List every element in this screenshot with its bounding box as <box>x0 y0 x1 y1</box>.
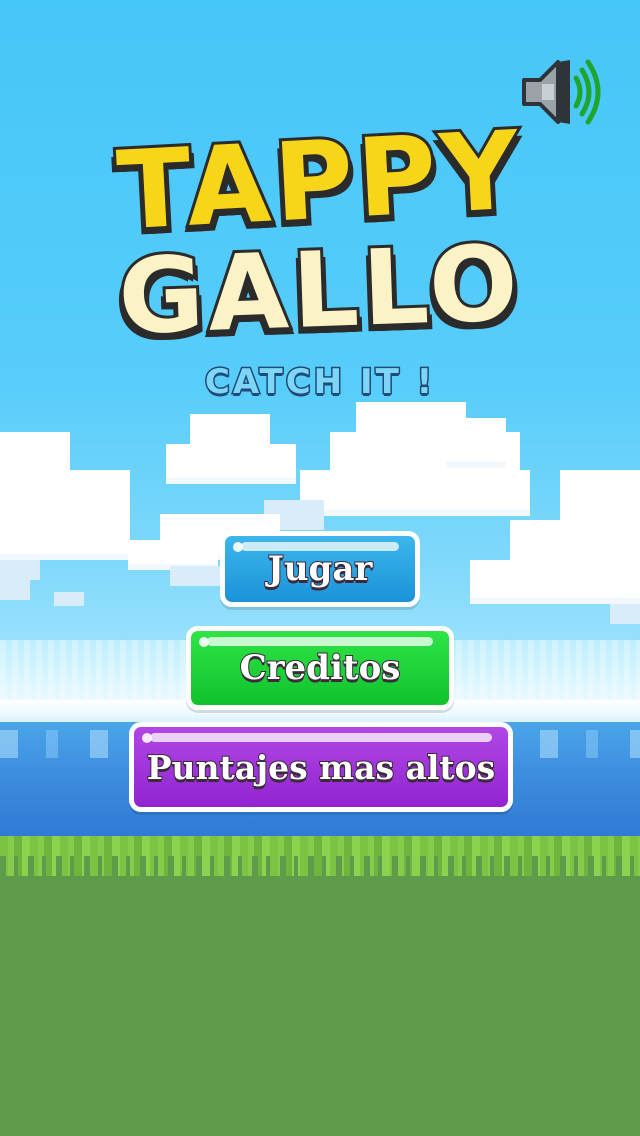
cloud <box>470 560 640 604</box>
credits-button-label: Creditos <box>239 647 402 689</box>
cloud <box>446 418 506 468</box>
cloud <box>300 470 530 516</box>
cloud <box>166 444 296 484</box>
play-button-label: Jugar <box>267 548 374 590</box>
cloud <box>0 580 30 600</box>
button-gloss <box>150 733 492 742</box>
button-highlight-dot <box>199 637 209 647</box>
credits-button[interactable]: Creditos <box>186 626 454 710</box>
button-gloss <box>207 637 433 646</box>
highscores-button-label: Puntajes mas altos <box>146 747 497 788</box>
cloud <box>54 592 84 606</box>
cloud <box>0 560 40 580</box>
grass-blades <box>0 856 640 886</box>
game-menu-screen: TAPPY GALLO CATCH IT ! Jugar Creditos Pu… <box>0 0 640 1136</box>
button-highlight-dot <box>233 542 243 552</box>
play-button[interactable]: Jugar <box>220 531 420 607</box>
grass-ground <box>0 876 640 1136</box>
logo-title-line-2: GALLO <box>113 219 526 361</box>
button-highlight-dot <box>142 733 152 743</box>
highscores-button[interactable]: Puntajes mas altos <box>129 722 513 812</box>
cloud <box>0 500 130 560</box>
cloud <box>610 604 640 624</box>
logo-tagline: CATCH IT ! <box>203 361 436 404</box>
game-logo: TAPPY GALLO CATCH IT ! <box>0 105 640 404</box>
